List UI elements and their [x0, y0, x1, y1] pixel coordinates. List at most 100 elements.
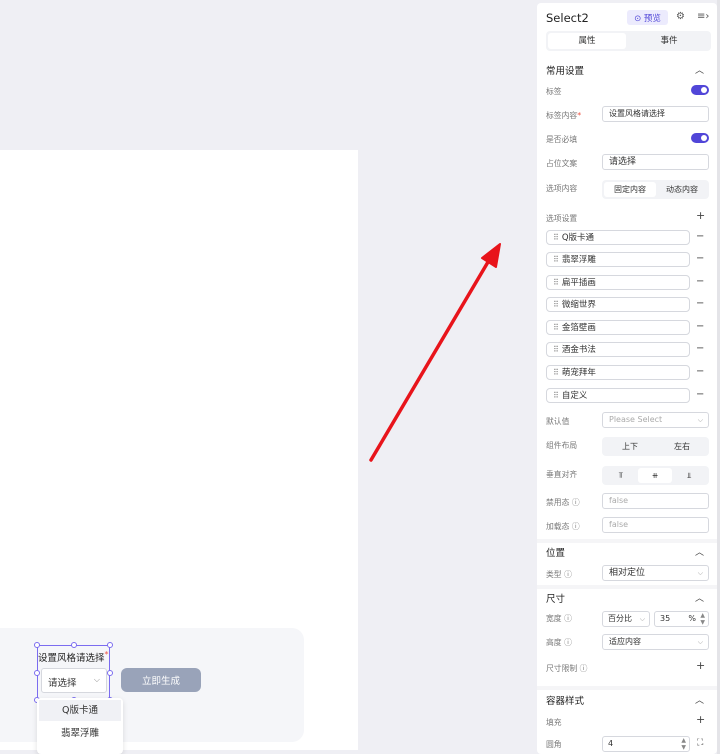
required-toggle[interactable]	[691, 133, 709, 143]
align-middle-icon[interactable]: ⧺	[638, 468, 672, 483]
height-select[interactable]: 适应内容 ⌵	[602, 634, 709, 650]
options-setting-label: 选项设置	[546, 214, 578, 223]
option-item[interactable]: ⠿ 自定义	[546, 388, 690, 403]
align-bottom-icon[interactable]: ⫫	[672, 468, 706, 483]
seg-dynamic-content[interactable]: 动态内容	[656, 182, 708, 197]
disabled-input[interactable]: false	[602, 493, 709, 509]
placeholder-input[interactable]: 请选择	[602, 154, 709, 170]
default-placeholder: Please Select	[609, 415, 663, 424]
label-content-label: 标签内容*	[546, 111, 582, 120]
property-panel: Select2 ⊙ 预览 ⚙ ≡› 属性 事件 常用设置 ︿ 标签 标签内容* …	[537, 3, 717, 754]
divider	[537, 539, 717, 543]
size-limit-label: 尺寸限制 ⓘ	[546, 663, 587, 674]
seg-horizontal[interactable]: 左右	[656, 439, 708, 454]
loading-text: 加载态	[546, 522, 570, 531]
option-text: 扁平插画	[561, 278, 596, 288]
option-text: 萌宠拜年	[561, 368, 596, 378]
chevron-up-icon[interactable]: ︿	[695, 693, 704, 706]
remove-option-icon[interactable]: −	[696, 389, 704, 400]
drag-handle-icon[interactable]: ⠿	[553, 233, 559, 242]
size-limit-text: 尺寸限制	[546, 664, 578, 673]
layout-label: 组件布局	[546, 441, 578, 450]
option-item[interactable]: ⠿ 扁平插画	[546, 275, 690, 290]
drag-handle-icon[interactable]: ⠿	[553, 345, 559, 354]
info-icon: ⓘ	[564, 638, 572, 647]
remove-option-icon[interactable]: −	[696, 298, 704, 309]
height-value: 适应内容	[609, 637, 641, 646]
position-type-select[interactable]: 相对定位 ⌵	[602, 565, 709, 581]
required-label: 是否必填	[546, 135, 578, 144]
remove-option-icon[interactable]: −	[696, 366, 704, 377]
tab-properties[interactable]: 属性	[548, 33, 626, 49]
label-content-input[interactable]: 设置风格请选择	[602, 106, 709, 122]
width-value: 35	[660, 614, 671, 623]
info-icon: ⓘ	[564, 570, 572, 579]
option-text: 微缩世界	[561, 300, 596, 310]
gear-icon[interactable]: ⚙	[676, 11, 685, 22]
drag-handle-icon[interactable]: ⠿	[553, 255, 559, 264]
option-item[interactable]: ⠿ 翡翠浮雕	[546, 252, 690, 267]
eye-icon: ⊙	[634, 13, 644, 24]
fill-label: 填充	[546, 718, 562, 727]
add-option-icon[interactable]: +	[696, 209, 705, 222]
drag-handle-icon[interactable]: ⠿	[553, 368, 559, 377]
chevron-up-icon[interactable]: ︿	[695, 591, 704, 604]
remove-option-icon[interactable]: −	[696, 321, 704, 332]
width-input[interactable]: 35% ▲ ▼	[654, 611, 709, 627]
options-content-toggle: 固定内容 动态内容	[602, 180, 709, 199]
position-type-value: 相对定位	[609, 568, 646, 578]
drag-handle-icon[interactable]: ⠿	[553, 323, 559, 332]
remove-option-icon[interactable]: −	[696, 231, 704, 242]
preview-label: 预览	[643, 13, 661, 24]
option-item[interactable]: ⠿ 萌宠拜年	[546, 365, 690, 380]
default-value-select[interactable]: Please Select ⌵	[602, 412, 709, 428]
option-text: 翡翠浮雕	[561, 255, 596, 265]
expand-corners-icon[interactable]: ⛶	[697, 738, 703, 748]
tab-events[interactable]: 事件	[630, 33, 708, 49]
option-text: 酒金书法	[561, 345, 596, 355]
seg-vertical[interactable]: 上下	[604, 439, 656, 454]
option-item[interactable]: ⠿ 金箔壁画	[546, 320, 690, 335]
width-text: 宽度	[546, 614, 562, 623]
drag-handle-icon[interactable]: ⠿	[553, 300, 559, 309]
info-icon: ⓘ	[579, 664, 588, 673]
remove-option-icon[interactable]: −	[696, 343, 704, 354]
section-position[interactable]: 位置	[546, 545, 565, 559]
placeholder-label: 占位文案	[546, 159, 578, 168]
width-label: 宽度 ⓘ	[546, 613, 572, 624]
option-item[interactable]: ⠿ Q版卡通	[546, 230, 690, 245]
chevron-down-icon: ⌵	[639, 615, 645, 623]
position-type-label: 类型 ⓘ	[546, 569, 572, 580]
add-fill-icon[interactable]: +	[696, 713, 705, 726]
seg-fixed-content[interactable]: 固定内容	[604, 182, 656, 197]
width-unit-select[interactable]: 百分比 ⌵	[602, 611, 650, 627]
section-size[interactable]: 尺寸	[546, 591, 565, 605]
option-item[interactable]: ⠿ 酒金书法	[546, 342, 690, 357]
disabled-label: 禁用态 ⓘ	[546, 497, 580, 508]
stepper-icon[interactable]: ▲ ▼	[700, 612, 705, 626]
section-container-style[interactable]: 容器样式	[546, 693, 584, 707]
preview-button[interactable]: ⊙ 预览	[627, 10, 668, 25]
option-item[interactable]: ⠿ 微缩世界	[546, 297, 690, 312]
chevron-up-icon[interactable]: ︿	[695, 545, 704, 558]
radius-label: 圆角	[546, 740, 562, 749]
label-content-text: 标签内容	[546, 111, 578, 120]
align-top-icon[interactable]: ⫪	[604, 468, 638, 483]
remove-option-icon[interactable]: −	[696, 276, 704, 287]
loading-label: 加载态 ⓘ	[546, 521, 580, 532]
width-suffix: %	[688, 614, 696, 623]
remove-option-icon[interactable]: −	[696, 253, 704, 264]
divider	[537, 585, 717, 589]
collapse-panel-icon[interactable]: ≡›	[697, 11, 709, 22]
label-toggle[interactable]	[691, 85, 709, 95]
options-content-label: 选项内容	[546, 184, 578, 193]
add-size-limit-icon[interactable]: +	[696, 659, 705, 672]
radius-input[interactable]: 4 ▲ ▼	[602, 736, 690, 752]
drag-handle-icon[interactable]: ⠿	[553, 278, 559, 287]
stepper-icon[interactable]: ▲ ▼	[681, 737, 686, 751]
height-text: 高度	[546, 638, 562, 647]
loading-input[interactable]: false	[602, 517, 709, 533]
section-common-settings[interactable]: 常用设置	[546, 63, 584, 77]
chevron-up-icon[interactable]: ︿	[695, 63, 704, 76]
drag-handle-icon[interactable]: ⠿	[553, 391, 559, 400]
